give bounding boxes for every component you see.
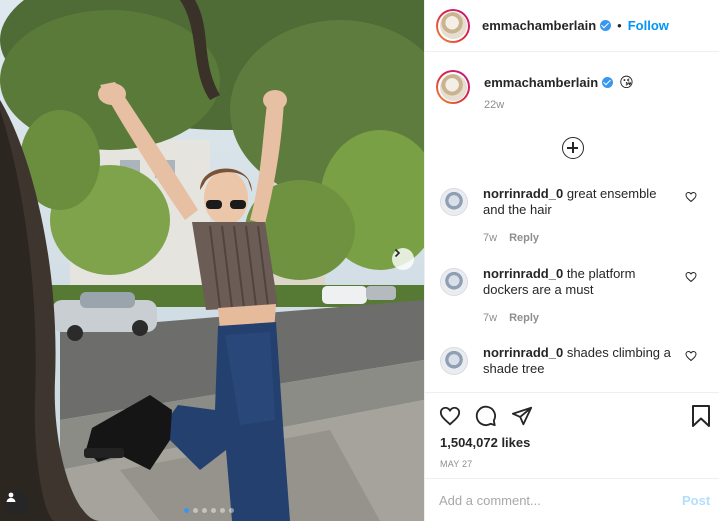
comment-item: norrinradd_0 great ensemble and the hair… <box>440 186 710 246</box>
author-username[interactable]: emmachamberlain <box>482 18 596 33</box>
comment-timestamp[interactable]: 7w <box>483 310 497 326</box>
post-photo[interactable] <box>0 0 424 521</box>
likes-count[interactable]: 1,504,072 likes <box>440 435 530 450</box>
caption-text: 😘 <box>619 74 634 90</box>
follow-button[interactable]: Follow <box>628 18 669 33</box>
plus-circle-icon[interactable] <box>562 137 584 159</box>
verified-badge-icon <box>602 77 614 88</box>
heart-icon[interactable] <box>685 191 697 203</box>
avatar-photo <box>439 12 467 39</box>
header-separator: • <box>617 18 622 33</box>
comment-item: norrinradd_0 the platform dockers are a … <box>440 266 710 326</box>
carousel-dot <box>220 508 225 513</box>
post-comment-button[interactable]: Post <box>682 493 710 508</box>
commenter-avatar[interactable] <box>440 188 468 216</box>
comment-icon[interactable] <box>475 405 497 430</box>
reply-button[interactable]: Reply <box>509 230 539 246</box>
heart-icon[interactable] <box>439 405 461 430</box>
bookmark-icon[interactable] <box>691 405 711 430</box>
comment-input[interactable] <box>439 492 669 508</box>
post-header: emmachamberlain • Follow <box>425 0 719 52</box>
commenter-avatar[interactable] <box>440 268 468 296</box>
carousel-dot <box>202 508 207 513</box>
caption-username[interactable]: emmachamberlain <box>484 75 598 90</box>
post-caption: emmachamberlain 😘 22w <box>436 70 634 111</box>
post-side-panel: emmachamberlain • Follow emmachamberlain… <box>424 0 719 521</box>
verified-badge-icon <box>600 20 612 31</box>
avatar-photo <box>439 73 467 101</box>
comment-username[interactable]: norrinradd_0 <box>483 186 563 201</box>
add-comment-bar: Post <box>425 478 719 521</box>
carousel-dot <box>229 508 234 513</box>
next-slide-button[interactable] <box>392 248 414 270</box>
reply-button[interactable]: Reply <box>509 310 539 326</box>
carousel-dot <box>193 508 198 513</box>
comment-item: norrinradd_0 shades climbing a shade tre… <box>440 345 710 377</box>
heart-icon[interactable] <box>685 271 697 283</box>
caption-timestamp[interactable]: 22w <box>484 99 634 111</box>
carousel-dot <box>211 508 216 513</box>
post-date[interactable]: MAY 27 <box>440 459 472 469</box>
tagged-users-button[interactable] <box>5 491 29 515</box>
photo-illustration <box>0 0 424 521</box>
author-avatar[interactable] <box>436 8 470 43</box>
commenter-avatar[interactable] <box>440 347 468 375</box>
share-icon[interactable] <box>511 405 533 430</box>
heart-icon[interactable] <box>685 350 697 362</box>
comment-username[interactable]: norrinradd_0 <box>483 345 563 360</box>
caption-author-avatar[interactable] <box>436 70 470 104</box>
comment-timestamp[interactable]: 7w <box>483 230 497 246</box>
carousel-dot-active <box>184 508 189 513</box>
carousel-indicator <box>184 508 234 513</box>
comment-username[interactable]: norrinradd_0 <box>483 266 563 281</box>
